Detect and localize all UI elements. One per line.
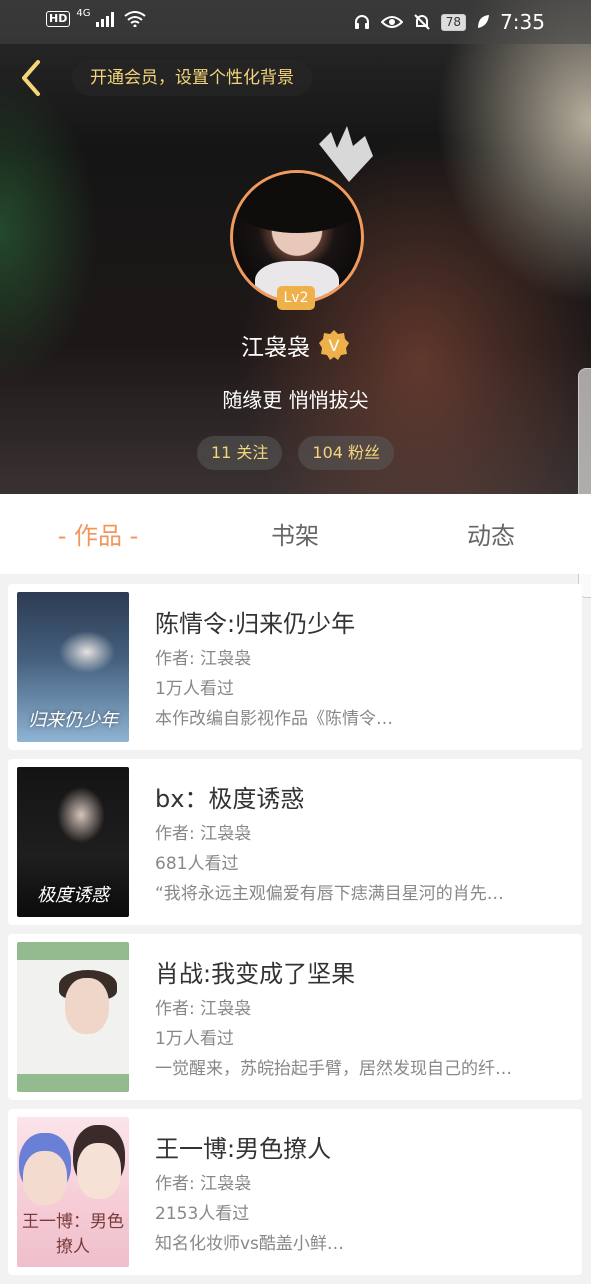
work-card[interactable]: 王一博：男色撩人 王一博:男色撩人 作者: 江袅袅 2153人看过 知名化妆师v… bbox=[8, 1109, 582, 1275]
back-arrow-icon[interactable] bbox=[16, 56, 48, 100]
clock: 7:35 bbox=[500, 10, 545, 34]
work-description: “我将永远主观偏爱有唇下痣满目星河的肖先… bbox=[155, 884, 504, 904]
hd-icon: HD bbox=[46, 11, 71, 27]
work-views: 1万人看过 bbox=[155, 679, 234, 699]
vip-background-banner[interactable]: 开通会员，设置个性化背景 bbox=[72, 60, 312, 96]
book-cover: 王一博：男色撩人 bbox=[17, 1117, 129, 1267]
tab-activity[interactable]: 动态 bbox=[426, 494, 556, 574]
work-title: 王一博:男色撩人 bbox=[155, 1135, 332, 1163]
work-views: 681人看过 bbox=[155, 854, 239, 874]
cover-text: 王一博：男色撩人 bbox=[22, 1212, 124, 1257]
stats-row: 11 关注 104 粉丝 bbox=[0, 436, 591, 470]
work-author: 作者: 江袅袅 bbox=[155, 649, 252, 669]
verified-badge-icon: V bbox=[319, 330, 349, 360]
bell-off-icon bbox=[414, 14, 430, 30]
signal-icon bbox=[96, 12, 115, 27]
level-badge: Lv2 bbox=[277, 286, 315, 310]
book-cover bbox=[17, 942, 129, 1092]
network-type: 4G bbox=[76, 7, 91, 19]
battery-icon: 78 bbox=[440, 13, 467, 31]
avatar[interactable] bbox=[230, 170, 364, 304]
book-cover: 极度诱惑 bbox=[17, 767, 129, 917]
work-views: 2153人看过 bbox=[155, 1204, 250, 1224]
headphones-icon bbox=[354, 15, 369, 29]
tab-bookshelf[interactable]: 书架 bbox=[230, 494, 360, 574]
works-list: 归来仍少年 陈情令:归来仍少年 作者: 江袅袅 1万人看过 本作改编自影视作品《… bbox=[8, 584, 582, 1284]
work-card[interactable]: 归来仍少年 陈情令:归来仍少年 作者: 江袅袅 1万人看过 本作改编自影视作品《… bbox=[8, 584, 582, 750]
book-cover: 归来仍少年 bbox=[17, 592, 129, 742]
work-title: bx：极度诱惑 bbox=[155, 785, 305, 813]
status-bar: HD 4G 78 7:35 bbox=[0, 0, 591, 44]
work-card[interactable]: 极度诱惑 bx：极度诱惑 作者: 江袅袅 681人看过 “我将永远主观偏爱有唇下… bbox=[8, 759, 582, 925]
signature: 随缘更 悄悄拔尖 bbox=[222, 388, 369, 412]
following-count[interactable]: 11 关注 bbox=[196, 436, 283, 470]
username-row: 江袅袅 V bbox=[0, 328, 591, 362]
leaf-icon bbox=[478, 15, 490, 28]
followers-count[interactable]: 104 粉丝 bbox=[298, 436, 395, 470]
work-description: 知名化妆师vs酷盖小鲜… bbox=[155, 1234, 344, 1254]
wifi-icon bbox=[124, 11, 147, 27]
tab-bar: - 作品 - 书架 动态 bbox=[0, 494, 591, 574]
work-description: 本作改编自影视作品《陈情令… bbox=[155, 709, 393, 729]
eye-icon bbox=[380, 16, 403, 28]
work-author: 作者: 江袅袅 bbox=[155, 1174, 252, 1194]
cover-figure-right bbox=[77, 1143, 121, 1199]
work-title: 肖战:我变成了坚果 bbox=[155, 960, 356, 988]
tab-works[interactable]: - 作品 - bbox=[30, 494, 166, 574]
work-author: 作者: 江袅袅 bbox=[155, 824, 252, 844]
svg-text:V: V bbox=[329, 336, 340, 355]
work-title: 陈情令:归来仍少年 bbox=[155, 610, 356, 638]
work-author: 作者: 江袅袅 bbox=[155, 999, 252, 1019]
cover-text: 归来仍少年 bbox=[28, 710, 118, 731]
cover-figure-left bbox=[23, 1151, 67, 1205]
work-views: 1万人看过 bbox=[155, 1029, 234, 1049]
avatar-hair bbox=[233, 173, 361, 233]
profile-header: HD 4G 78 7:35 开通会员，设置个性化背景 Lv2 江袅袅 V 随缘更… bbox=[0, 0, 591, 494]
work-description: 一觉醒来，苏皖抬起手臂，居然发现自己的纤… bbox=[155, 1059, 512, 1079]
cover-text: 极度诱惑 bbox=[37, 885, 109, 906]
username: 江袅袅 bbox=[241, 335, 310, 361]
work-card[interactable]: 肖战:我变成了坚果 作者: 江袅袅 1万人看过 一觉醒来，苏皖抬起手臂，居然发现… bbox=[8, 934, 582, 1100]
cover-figure-face bbox=[65, 978, 109, 1034]
